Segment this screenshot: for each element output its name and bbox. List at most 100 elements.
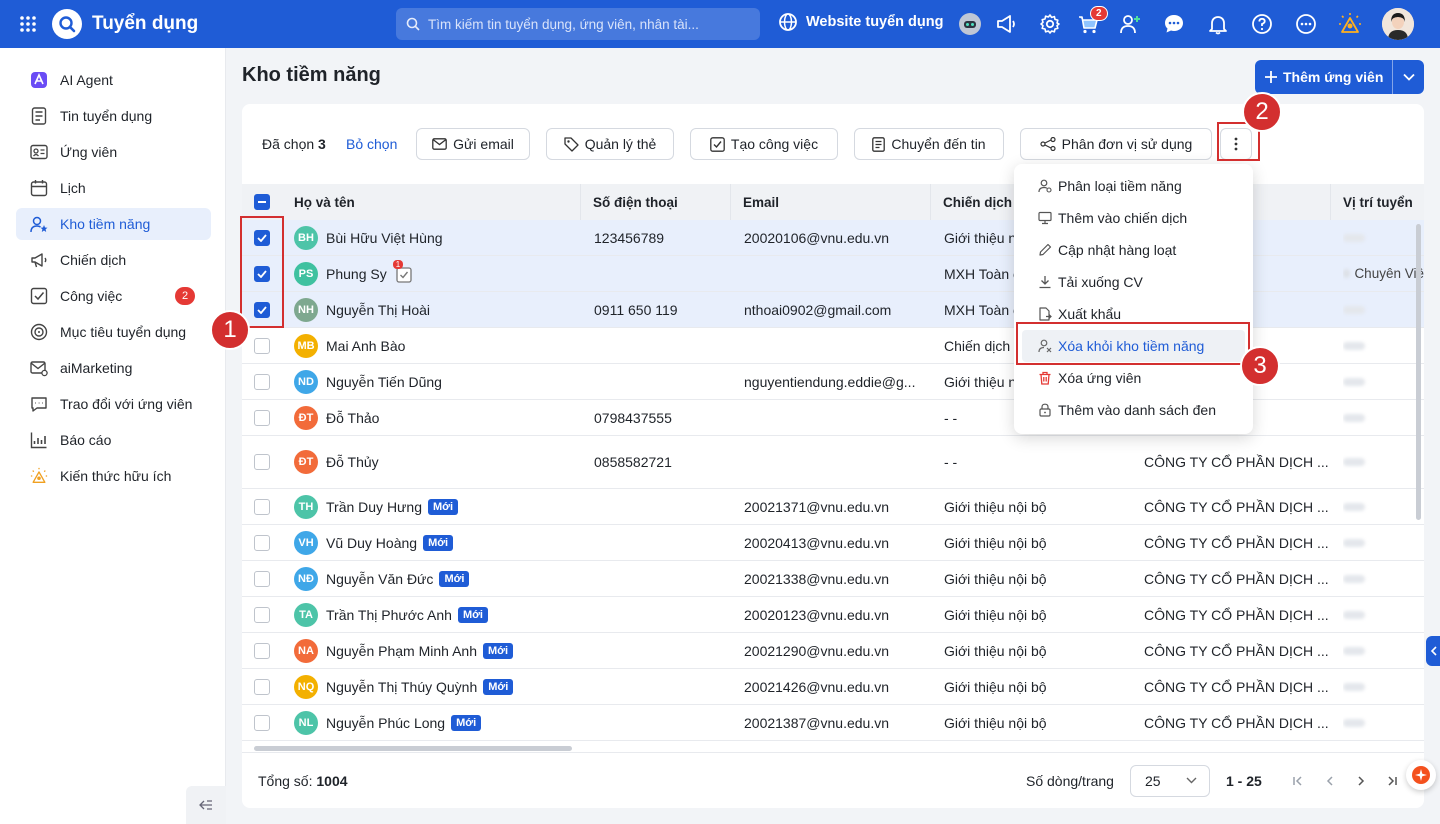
row-checkbox[interactable]: [254, 409, 270, 426]
task-clipboard-icon[interactable]: 1: [392, 259, 413, 283]
user-avatar[interactable]: [1382, 8, 1414, 40]
menu-item-classify[interactable]: Phân loại tiềm năng: [1022, 170, 1245, 202]
horizontal-scrollbar[interactable]: [254, 746, 572, 751]
menu-item-export[interactable]: Xuất khẩu: [1022, 298, 1245, 330]
row-checkbox[interactable]: [254, 337, 270, 354]
table-row[interactable]: NL Nguyễn Phúc Long Mới 20021387@vnu.edu.vn…: [242, 705, 1424, 741]
add-candidate-main[interactable]: Thêm ứng viên: [1255, 60, 1393, 94]
bot-avatar-icon[interactable]: [957, 11, 983, 37]
candidate-name[interactable]: Nguyễn Thị Hoài: [326, 302, 430, 318]
header-name[interactable]: Họ và tên: [282, 184, 581, 220]
megaphone-icon[interactable]: [993, 11, 1019, 37]
manage-tags-button[interactable]: Quản lý thẻ: [546, 128, 674, 160]
table-row[interactable]: NĐ Nguyễn Văn Đức Mới 20021338@vnu.edu.vn Gi…: [242, 561, 1424, 597]
idea-lightbulb-icon[interactable]: [1337, 11, 1363, 37]
candidate-name[interactable]: Nguyễn Phạm Minh Anh: [326, 643, 477, 659]
candidate-name[interactable]: Nguyễn Văn Đức: [326, 571, 433, 587]
table-row[interactable]: NQ Nguyễn Thị Thúy Quỳnh Mới 20021426@vnu.e…: [242, 669, 1424, 705]
more-actions-button[interactable]: [1220, 128, 1252, 160]
sidebar-item-tasks[interactable]: Công việc 2: [16, 280, 211, 312]
candidate-name[interactable]: Trần Thị Phước Anh: [326, 607, 452, 623]
row-checkbox[interactable]: [254, 534, 270, 551]
sidebar-item-job-posts[interactable]: Tin tuyển dụng: [16, 100, 211, 132]
row-checkbox[interactable]: [254, 678, 270, 695]
next-page-icon[interactable]: [1351, 771, 1371, 791]
row-checkbox[interactable]: [254, 642, 270, 659]
sidebar-item-reports[interactable]: Báo cáo: [16, 424, 211, 456]
prev-page-icon[interactable]: [1320, 771, 1340, 791]
candidate-name[interactable]: Đỗ Thảo: [326, 410, 379, 426]
candidate-name[interactable]: Mai Anh Bào: [326, 338, 405, 354]
sidebar-item-candidates[interactable]: Ứng viên: [16, 136, 211, 168]
row-phone: [594, 489, 731, 524]
ai-assistant-button[interactable]: [1406, 760, 1436, 790]
search-input[interactable]: [428, 16, 748, 32]
menu-item-add-campaign[interactable]: Thêm vào chiến dịch: [1022, 202, 1245, 234]
row-checkbox[interactable]: [254, 373, 270, 390]
table-row[interactable]: TA Trần Thị Phước Anh Mới 20020123@vnu.edu.…: [242, 597, 1424, 633]
deselect-link[interactable]: Bỏ chọn: [346, 136, 397, 152]
add-candidate-button[interactable]: Thêm ứng viên: [1255, 60, 1424, 94]
settings-gear-icon[interactable]: [1037, 11, 1063, 37]
chat-icon[interactable]: [1161, 11, 1187, 37]
row-checkbox[interactable]: [254, 454, 270, 470]
header-phone[interactable]: Số điện thoại: [581, 184, 731, 220]
row-checkbox[interactable]: [254, 229, 270, 246]
row-phone: 0798437555: [594, 409, 672, 426]
rows-per-page-select[interactable]: 25: [1130, 764, 1210, 797]
table-row[interactable]: TH Trần Duy Hưng Mới 20021371@vnu.edu.vn Giớ…: [242, 489, 1424, 525]
row-checkbox[interactable]: [254, 265, 270, 282]
menu-item-remove-from-pool[interactable]: Xóa khỏi kho tiềm năng: [1022, 330, 1245, 362]
candidate-name[interactable]: Nguyễn Tiến Dũng: [326, 374, 442, 390]
header-email[interactable]: Email: [731, 184, 931, 220]
bell-icon[interactable]: [1205, 11, 1231, 37]
more-apps-icon[interactable]: [1293, 11, 1319, 37]
table-row[interactable]: ĐT Đỗ Thủy 0858582721 - - CÔNG TY CỔ PHẦN DỊ…: [242, 436, 1424, 489]
add-user-icon[interactable]: [1117, 11, 1143, 37]
sidebar-item-messages[interactable]: Trao đổi với ứng viên: [16, 388, 211, 420]
move-to-job-button[interactable]: Chuyển đến tin: [854, 128, 1004, 160]
collapse-sidebar-button[interactable]: [186, 786, 226, 824]
first-page-icon[interactable]: [1288, 771, 1308, 791]
app-grid-icon[interactable]: [14, 10, 42, 38]
sidebar-item-ai-agent[interactable]: AI Agent: [16, 64, 211, 96]
help-icon[interactable]: [1249, 11, 1275, 37]
sidebar-item-calendar[interactable]: Lịch: [16, 172, 211, 204]
row-checkbox[interactable]: [254, 301, 270, 318]
sidebar-item-talent-pool[interactable]: Kho tiềm năng: [16, 208, 211, 240]
candidate-name[interactable]: Nguyễn Phúc Long: [326, 715, 445, 731]
sidebar-item-aimarketing[interactable]: aiMarketing: [16, 352, 211, 384]
menu-item-blacklist[interactable]: Thêm vào danh sách đen: [1022, 394, 1245, 426]
menu-item-bulk-update[interactable]: Cập nhật hàng loạt: [1022, 234, 1245, 266]
candidate-name[interactable]: Vũ Duy Hoàng: [326, 535, 417, 551]
row-checkbox[interactable]: [254, 606, 270, 623]
candidate-name[interactable]: Nguyễn Thị Thúy Quỳnh: [326, 679, 477, 695]
row-checkbox[interactable]: [254, 498, 270, 515]
add-candidate-dropdown[interactable]: [1393, 73, 1424, 81]
sidebar-item-campaigns[interactable]: Chiến dịch: [16, 244, 211, 276]
row-checkbox[interactable]: [254, 714, 270, 731]
send-email-button[interactable]: Gửi email: [416, 128, 530, 160]
row-checkbox[interactable]: [254, 570, 270, 587]
menu-item-delete-candidate[interactable]: Xóa ứng viên: [1022, 362, 1245, 394]
table-row[interactable]: VH Vũ Duy Hoàng Mới 20020413@vnu.edu.vn Giới…: [242, 525, 1424, 561]
vertical-scrollbar[interactable]: [1416, 224, 1421, 520]
select-all-checkbox[interactable]: [254, 194, 270, 210]
candidate-name[interactable]: Đỗ Thủy: [326, 454, 379, 470]
side-panel-toggle[interactable]: [1426, 636, 1440, 666]
menu-item-download-cv[interactable]: Tải xuống CV: [1022, 266, 1245, 298]
candidate-name[interactable]: Trần Duy Hưng: [326, 499, 422, 515]
candidate-name[interactable]: Phung Sy: [326, 266, 387, 282]
create-task-button[interactable]: Tạo công việc: [690, 128, 838, 160]
blurred-value: [1343, 718, 1365, 727]
header-position[interactable]: Vị trí tuyển: [1331, 184, 1424, 220]
assign-unit-button[interactable]: Phân đơn vị sử dụng: [1020, 128, 1212, 160]
global-search[interactable]: [396, 8, 760, 40]
last-page-icon[interactable]: [1382, 771, 1402, 791]
sidebar-item-knowledge[interactable]: Kiến thức hữu ích: [16, 460, 211, 492]
candidate-name[interactable]: Bùi Hữu Việt Hùng: [326, 230, 443, 246]
sidebar-item-recruiting-goals[interactable]: Mục tiêu tuyển dụng: [16, 316, 211, 348]
table-row[interactable]: NA Nguyễn Phạm Minh Anh Mới 20021290@vnu.ed…: [242, 633, 1424, 669]
collapse-icon: [198, 799, 214, 811]
website-link[interactable]: Website tuyển dụng: [778, 12, 944, 32]
